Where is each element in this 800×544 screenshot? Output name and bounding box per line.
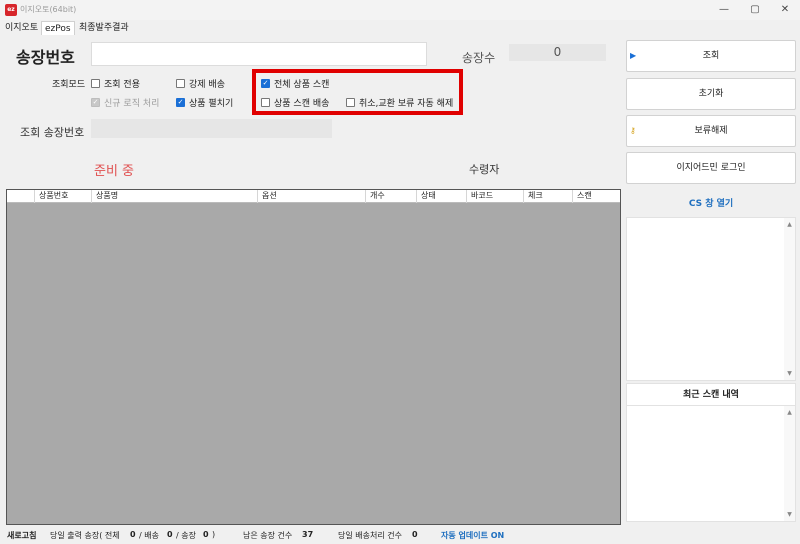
key-icon: ⚷ <box>630 126 636 135</box>
grid-col-barcode[interactable]: 바코드 <box>467 190 524 203</box>
today-ship-label: 당일 배송처리 건수 <box>338 531 402 540</box>
checkbox-expand-products[interactable]: ✓ 상품 펼치기 <box>176 96 234 109</box>
grid-col-product-name[interactable]: 상품명 <box>92 190 258 203</box>
search-invoice-value <box>91 119 332 138</box>
ship-count: 0 <box>167 530 173 539</box>
recent-scan-scrollbar[interactable]: ▲ ▼ <box>784 406 795 521</box>
grid-col-row-header[interactable] <box>7 190 35 203</box>
scroll-up-icon[interactable]: ▲ <box>785 409 794 416</box>
remaining-label: 남은 송장 건수 <box>243 531 293 540</box>
reset-button-label: 초기화 <box>698 89 724 99</box>
grid-col-option[interactable]: 옵션 <box>258 190 366 203</box>
recent-scan-title: 최근 스캔 내역 <box>626 383 796 405</box>
checkbox-box[interactable] <box>176 78 185 88</box>
scroll-down-icon[interactable]: ▼ <box>785 370 794 377</box>
checkbox-checked-icon[interactable]: ✓ <box>176 97 185 107</box>
checkbox-label: 상품 펼치기 <box>189 98 234 109</box>
window-title: 이지오토(64bit) <box>20 5 77 14</box>
checkbox-box[interactable] <box>91 78 100 88</box>
search-button-label: 조회 <box>702 51 720 61</box>
search-button[interactable]: ▶ 조회 <box>626 40 796 72</box>
recipient-label: 수령자 <box>469 163 500 176</box>
tab-final-order-result[interactable]: 최종발주결과 <box>76 21 132 35</box>
refresh-link[interactable]: 새로고침 <box>7 530 36 541</box>
maximize-button[interactable]: ▢ <box>740 2 770 18</box>
today-output-label: 당일 출력 송장( 전체 <box>50 531 120 540</box>
close-button[interactable]: ✕ <box>770 2 800 18</box>
search-invoice-label: 조회 송장번호 <box>20 126 85 139</box>
app-logo: ez <box>5 4 17 16</box>
cs-panel-scrollbar[interactable]: ▲ ▼ <box>784 218 795 380</box>
checkbox-force-ship[interactable]: 강제 배송 <box>176 77 225 90</box>
invoice-number-label: 송장번호 <box>16 48 75 67</box>
today-ship-count: 0 <box>412 530 418 539</box>
grid-col-check[interactable]: 체크 <box>524 190 573 203</box>
checkbox-label: 강제 배송 <box>189 79 225 90</box>
cs-window-link[interactable]: CS 창 열기 <box>626 196 796 209</box>
release-hold-button[interactable]: ⚷ 보류해제 <box>626 115 796 147</box>
close-paren: ) <box>212 530 216 539</box>
grid-header: 상품번호 상품명 옵션 개수 상태 바코드 체크 스캔 <box>7 190 620 203</box>
ship-label: / 배송 <box>139 531 159 540</box>
checkbox-label: 신규 로직 처리 <box>104 98 160 109</box>
invoice-number-input[interactable] <box>91 42 427 66</box>
grid-col-scan[interactable]: 스캔 <box>573 190 620 203</box>
invoice-label: / 송장 <box>176 531 196 540</box>
invoice-count: 0 <box>203 530 209 539</box>
play-icon: ▶ <box>630 51 637 60</box>
checkbox-view-only[interactable]: 조회 전용 <box>91 77 140 90</box>
tab-ezpos[interactable]: ezPos <box>41 21 75 35</box>
checkbox-new-logic: ✓ 신규 로직 처리 <box>91 96 160 109</box>
status-text: 준비 중 <box>94 164 135 179</box>
release-hold-button-label: 보류해제 <box>694 126 728 136</box>
scroll-up-icon[interactable]: ▲ <box>785 221 794 228</box>
minimize-button[interactable]: — <box>709 2 739 18</box>
invoice-count-value: 0 <box>509 44 606 61</box>
scroll-down-icon[interactable]: ▼ <box>785 511 794 518</box>
product-grid[interactable]: 상품번호 상품명 옵션 개수 상태 바코드 체크 스캔 <box>6 189 621 525</box>
admin-login-button[interactable]: 이지어드민 로그인 <box>626 152 796 184</box>
status-bar: 새로고침 당일 출력 송장( 전체 0 / 배송 0 / 송장 0 ) 남은 송… <box>0 526 800 544</box>
search-mode-label: 조회모드 <box>52 80 86 90</box>
highlight-box <box>252 69 463 115</box>
recent-scan-panel[interactable]: ▲ ▼ <box>626 405 796 522</box>
auto-update-status[interactable]: 자동 업데이트 ON <box>441 530 504 541</box>
title-bar: ez 이지오토(64bit) — ▢ ✕ <box>0 0 800 20</box>
cs-panel[interactable]: ▲ ▼ <box>626 217 796 381</box>
admin-login-button-label: 이지어드민 로그인 <box>676 163 746 173</box>
grid-col-quantity[interactable]: 개수 <box>366 190 417 203</box>
grid-col-product-no[interactable]: 상품번호 <box>35 190 92 203</box>
tab-easyauto[interactable]: 이지오토 <box>2 21 41 35</box>
invoice-count-label: 송장수 <box>462 51 496 65</box>
remaining-count: 37 <box>302 530 314 539</box>
today-output-total: 0 <box>130 530 136 539</box>
reset-button[interactable]: 초기화 <box>626 78 796 110</box>
grid-col-status[interactable]: 상태 <box>417 190 467 203</box>
checkbox-label: 조회 전용 <box>104 79 140 90</box>
checkbox-checked-icon: ✓ <box>91 97 100 107</box>
